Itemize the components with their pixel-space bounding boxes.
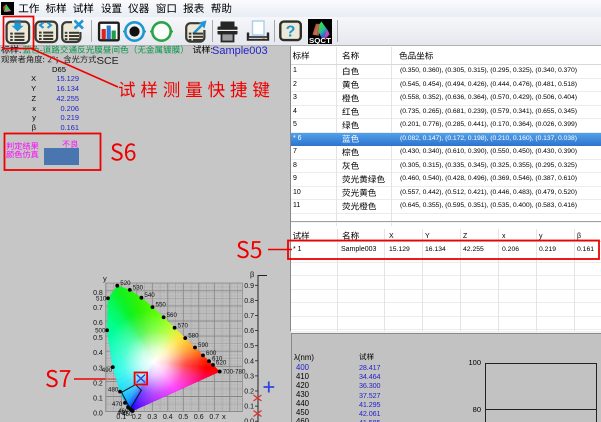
svg-text:SQCT: SQCT (309, 36, 331, 44)
svg-text:?: ? (286, 24, 296, 41)
